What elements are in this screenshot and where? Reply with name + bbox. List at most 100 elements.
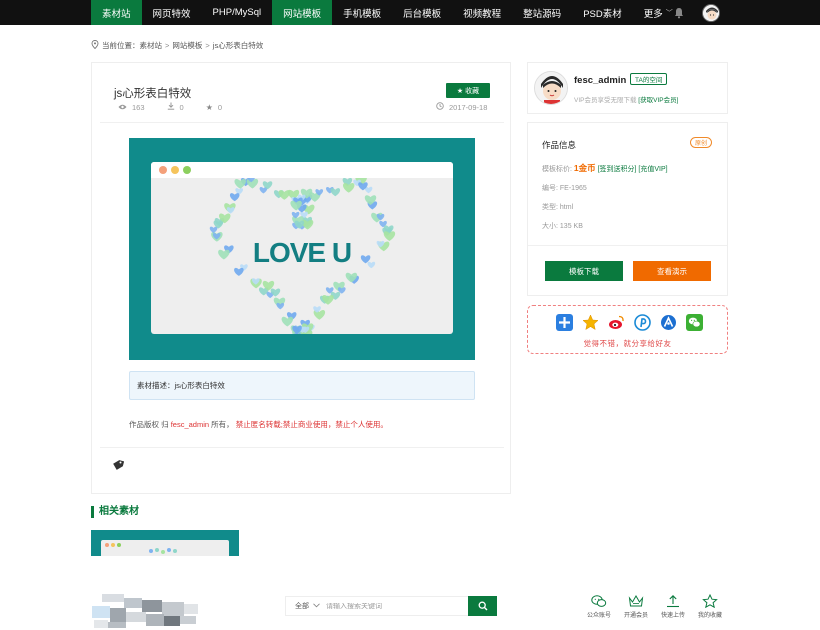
copyright-notice: 作品版权 归 fesc_admin 所有， 禁止匿名转载;禁止商业使用，禁止个人… — [129, 419, 388, 430]
quick-link-label: 我的收藏 — [697, 613, 722, 619]
related-section-title: 相关素材 — [91, 506, 139, 518]
quick-link-upload[interactable]: 快速上传 — [653, 594, 693, 619]
copyright-owner-link[interactable]: fesc_admin — [171, 420, 209, 429]
stars-count: 0 — [217, 102, 223, 112]
nav-item-php-mysql[interactable]: PHP/MySql — [202, 0, 273, 25]
clock-icon — [436, 102, 444, 112]
size-row: 大小: 135 KB — [542, 221, 583, 231]
copyright-warning: 禁止匿名转载;禁止商业使用，禁止个人使用。 — [235, 420, 388, 429]
nav-label: PHP/MySql — [212, 7, 262, 18]
breadcrumb-separator: > — [205, 41, 210, 50]
nav-item-mobile-templates[interactable]: 手机模板 — [332, 0, 392, 25]
breadcrumb-prefix: 当前位置： — [102, 41, 140, 50]
breadcrumb-item-category[interactable]: 网站模板 — [172, 40, 202, 51]
price-links[interactable]: [签到送积分] [充值VIP] — [598, 166, 668, 173]
quick-link-label: 开通会员 — [623, 613, 648, 619]
download-icon — [167, 102, 175, 112]
window-titlebar — [151, 162, 453, 178]
qzone-share-icon[interactable] — [556, 314, 573, 331]
id-label: 编号: — [542, 185, 558, 192]
copyright-prefix: 作品版权 归 — [129, 420, 169, 429]
nav-label: 网站模板 — [283, 8, 322, 20]
author-avatar[interactable] — [534, 71, 568, 105]
site-logo[interactable] — [88, 592, 198, 628]
price-label: 模板标价: — [542, 166, 572, 173]
pinterest-share-icon[interactable] — [634, 314, 651, 331]
quick-link-label: 公众账号 — [586, 613, 611, 619]
quick-link-membership[interactable]: 开通会员 — [616, 594, 656, 619]
search-icon — [478, 601, 487, 611]
small-heart-icon — [330, 188, 341, 197]
vip-promo: VIP会员享受无限下载 [获取VIP会员] — [574, 94, 678, 104]
price-row: 模板标价: 1金币 [签到送积分] [充值VIP] — [542, 162, 668, 174]
bottom-toolbar: 全部 公众账号 开通会员 快速上传 我的收藏 — [0, 584, 820, 630]
breadcrumb-separator: > — [165, 41, 170, 50]
eye-icon — [118, 103, 127, 112]
star-icon: ★ — [205, 102, 213, 112]
small-heart-icon — [367, 261, 376, 269]
date-text: 2017-09-18 — [449, 102, 488, 112]
search-bar: 全部 — [285, 596, 497, 616]
window-dot-icon — [171, 166, 179, 174]
small-heart-icon — [229, 193, 240, 202]
small-heart-icon — [234, 267, 244, 276]
small-heart-icon — [313, 310, 326, 320]
vip-text: VIP会员享受无限下载 — [574, 97, 637, 104]
author-space-button[interactable]: TA的空间 — [630, 73, 668, 85]
search-scope-dropdown[interactable]: 全部 — [286, 601, 326, 611]
id-value: FE-1965 — [559, 185, 587, 192]
favorite-button[interactable]: ★ 收藏 — [446, 83, 490, 98]
article-card: js心形表白特效 ★ 收藏 163 0 ★ 0 2017-09-18 LOVE U… — [91, 62, 511, 494]
nav-label: 手机模板 — [343, 8, 382, 20]
search-input[interactable] — [326, 602, 468, 610]
download-button[interactable]: 模板下载 — [545, 261, 623, 281]
nav-item-psd[interactable]: PSD素材 — [572, 0, 633, 25]
divider — [100, 122, 504, 123]
divider — [528, 245, 727, 246]
small-heart-icon — [209, 226, 218, 234]
top-navigation: 素材站 网页特效 PHP/MySql 网站模板 手机模板 后台模板 视频教程 整… — [0, 0, 820, 25]
price-value: 1金币 — [573, 163, 596, 173]
preview-image[interactable]: LOVE U — [129, 138, 475, 360]
star-outline-icon — [702, 594, 718, 608]
nav-item-web-effects[interactable]: 网页特效 — [142, 0, 202, 25]
nav-item-sucai[interactable]: 素材站 — [91, 0, 142, 25]
bell-icon[interactable] — [672, 6, 686, 20]
related-item-thumbnail[interactable] — [91, 530, 239, 556]
small-heart-icon — [234, 178, 246, 189]
chevron-down-icon — [313, 602, 320, 610]
divider — [100, 447, 504, 448]
size-label: 大小: — [542, 223, 558, 230]
nav-label: 后台模板 — [403, 8, 442, 20]
get-vip-link[interactable]: [获取VIP会员] — [638, 97, 678, 104]
search-button[interactable] — [468, 596, 497, 616]
window-dot-icon — [183, 166, 191, 174]
window-dot-icon — [159, 166, 167, 174]
nav-label: 网页特效 — [152, 8, 191, 20]
tencent-share-icon[interactable] — [660, 314, 677, 331]
weibo-share-icon[interactable] — [608, 314, 625, 331]
nav-label: 整站源码 — [523, 8, 562, 20]
nav-label: PSD素材 — [583, 8, 622, 20]
user-avatar[interactable] — [702, 3, 720, 22]
nav-item-admin-templates[interactable]: 后台模板 — [392, 0, 452, 25]
breadcrumb-item-home[interactable]: 素材站 — [140, 40, 163, 51]
search-scope-value: 全部 — [295, 603, 309, 610]
small-heart-icon — [218, 249, 230, 260]
related-thumbnail-window — [101, 540, 229, 556]
author-card: fesc_admin TA的空间 VIP会员享受无限下载 [获取VIP会员] — [527, 62, 728, 114]
nav-item-video-tutorials[interactable]: 视频教程 — [452, 0, 512, 25]
nav-item-site-templates[interactable]: 网站模板 — [272, 0, 333, 25]
copyright-mid: 所有， — [211, 420, 234, 429]
related-heart-graphic — [149, 548, 177, 554]
author-name[interactable]: fesc_admin — [574, 75, 626, 86]
location-pin-icon — [91, 40, 99, 51]
quick-link-wechat-account[interactable]: 公众账号 — [579, 594, 619, 619]
star-share-icon[interactable] — [582, 314, 599, 331]
view-demo-button[interactable]: 查看演示 — [633, 261, 711, 281]
nav-label: 视频教程 — [463, 8, 502, 20]
wechat-share-icon[interactable] — [686, 314, 703, 331]
nav-item-site-source[interactable]: 整站源码 — [512, 0, 572, 25]
quick-link-favorites[interactable]: 我的收藏 — [690, 594, 730, 619]
share-prompt: 觉得不错，就分享给好友 — [583, 339, 672, 348]
